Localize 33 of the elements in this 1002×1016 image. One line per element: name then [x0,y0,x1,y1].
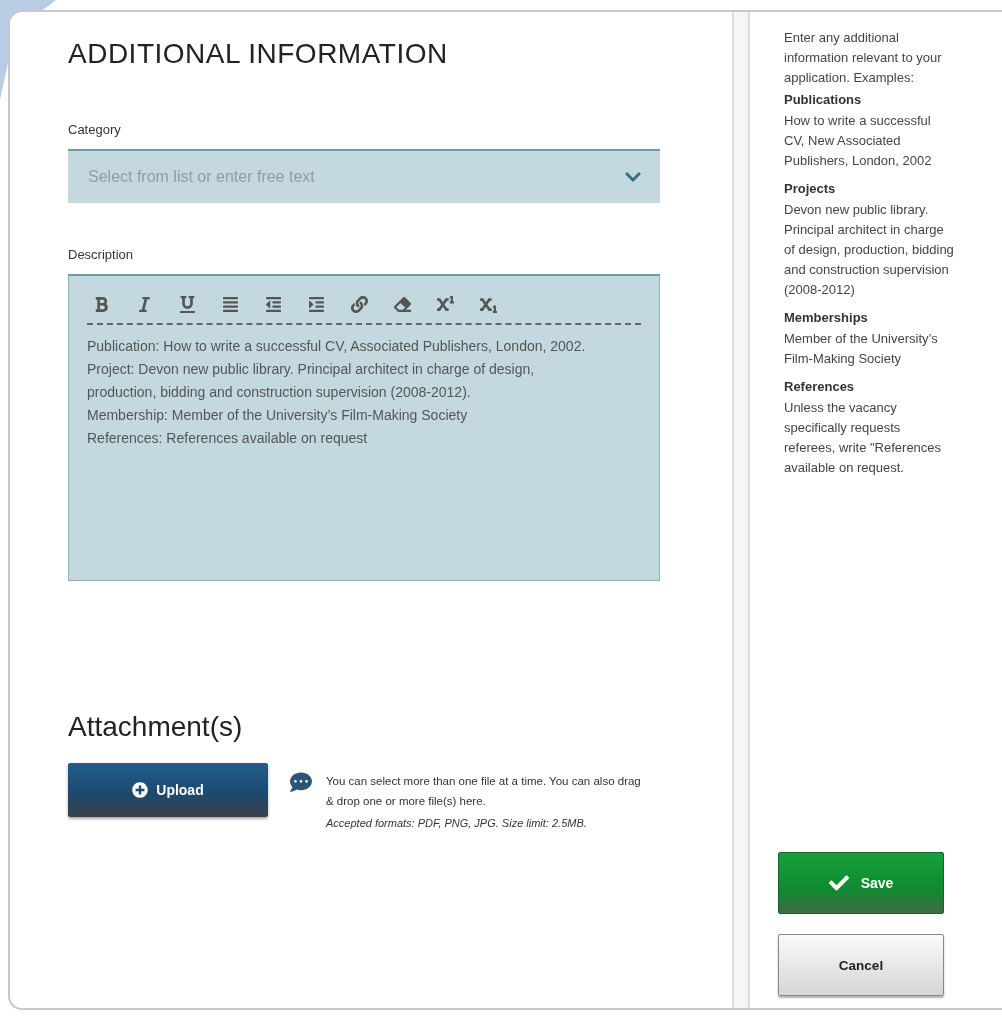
list-icon[interactable] [222,296,239,313]
help-intro: Enter any additional information relevant to your application. Examples: [784,29,943,87]
category-label: Category [68,122,122,137]
upload-button[interactable]: Upload [68,763,268,817]
italic-icon[interactable] [136,296,153,313]
description-text: Publication: How to write a successful CV, Associated Publishers, London, 2002. Project: Devon new public library. Principal architect in charge of design, production, bidding and construction supervision (2008-2012). Membership: Member of the University’s Film-Making Society References: References available on request [87,337,587,448]
link-icon[interactable] [351,296,368,313]
underline-icon[interactable] [179,296,196,313]
attachments-heading: Attachment(s) [68,711,244,743]
page-title: ADDITIONAL INFORMATION [68,38,449,70]
dropdown-placeholder: Select from list or enter free text [88,168,315,186]
bold-icon[interactable] [93,296,110,313]
indent-icon[interactable] [308,296,325,313]
description-editor[interactable] [68,274,660,581]
plus-icon [132,782,149,798]
eraser-icon[interactable] [394,296,411,313]
superscript-icon[interactable] [437,296,454,313]
help-heading: References [784,379,856,394]
help-heading: Memberships [784,310,869,325]
help-heading: Publications [784,92,863,107]
save-button[interactable]: Save [778,852,944,914]
accepted-formats-text: Accepted formats: PDF, PNG, JPG. Size limit: 2.5MB. [326,817,588,829]
cancel-button[interactable]: Cancel [778,934,944,996]
help-text: How to write a successful CV, New Associated Publishers, London, 2002 [784,112,933,170]
description-label: Description [68,247,135,262]
help-heading: Projects [784,181,837,196]
outdent-icon[interactable] [265,296,282,313]
check-icon [828,873,849,893]
help-text: Unless the vacancy specifically requests referees, write "References available on request. [784,399,943,477]
subscript-icon[interactable] [480,296,497,313]
upload-info-text: You can select more than one file at a time. You can also drag & drop one or more file(s) here. [326,774,642,809]
help-text: Member of the University’s Film-Making Society [784,330,939,368]
help-text: Devon new public library. Principal architect in charge of design, production, bidding and construction supervision (2008-2012) [784,201,954,299]
